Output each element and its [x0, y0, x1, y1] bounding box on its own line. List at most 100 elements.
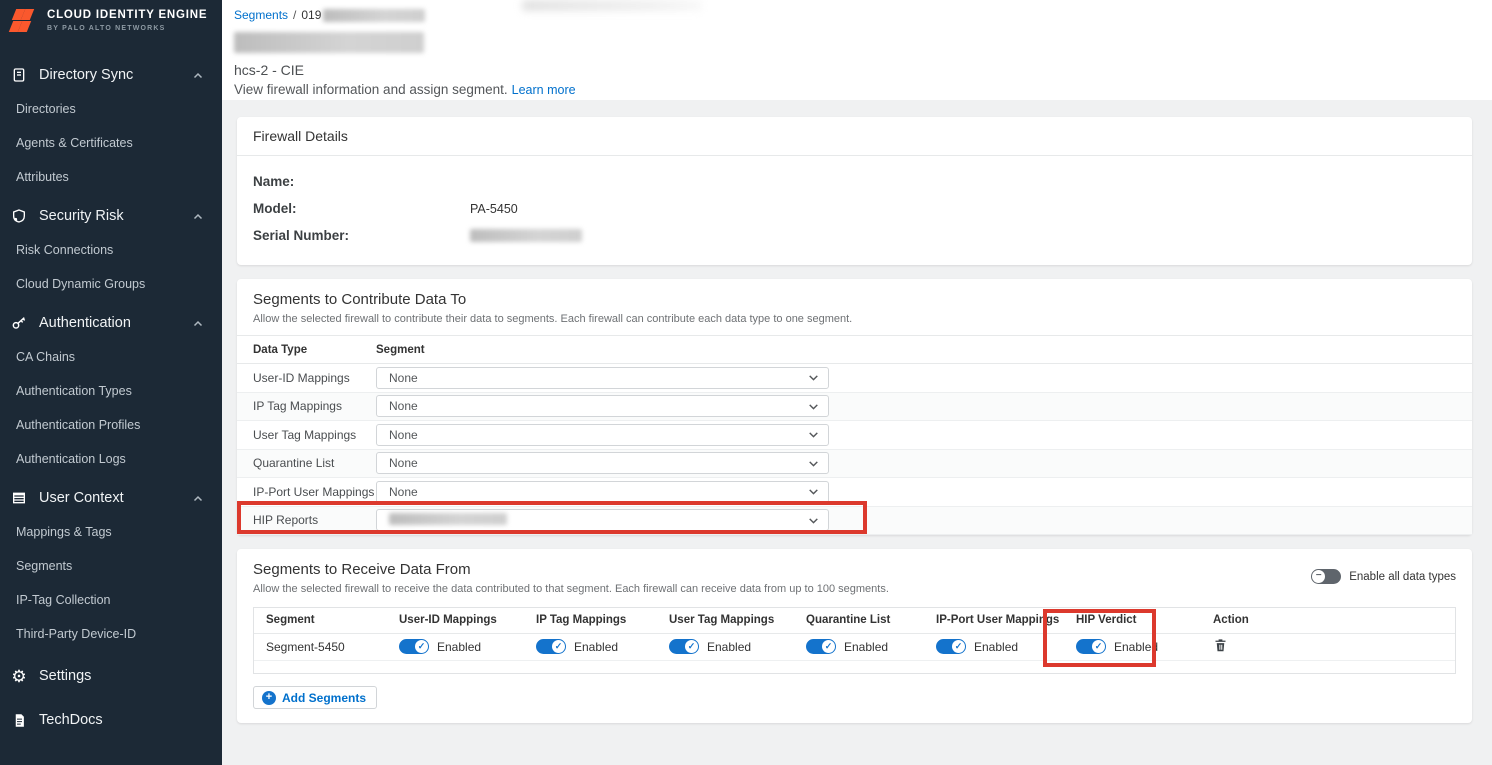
- cloud-identity-engine-app: CLOUD IDENTITY ENGINE BY PALO ALTO NETWO…: [0, 0, 1492, 765]
- sidebar-section-label: Settings: [39, 668, 204, 684]
- page-header: Segments / 019 hcs-2 - CIE View firewall…: [222, 0, 1492, 100]
- sidebar-item-segments[interactable]: Segments: [0, 549, 222, 583]
- sidebar-item-third-party-device-id[interactable]: Third-Party Device-ID: [0, 617, 222, 651]
- breadcrumb-separator: /: [293, 8, 296, 22]
- sidebar-section-settings[interactable]: ⚙ Settings: [0, 659, 222, 693]
- gear-icon: ⚙: [10, 667, 28, 685]
- toggle-state-label: Enabled: [844, 640, 888, 654]
- data-type-label: HIP Reports: [237, 513, 376, 527]
- plus-icon: +: [262, 691, 276, 705]
- data-type-label: IP Tag Mappings: [237, 399, 376, 413]
- sidebar-section-label: Directory Sync: [39, 67, 192, 83]
- sidebar-item-attributes[interactable]: Attributes: [0, 160, 222, 194]
- sidebar-item-authentication-profiles[interactable]: Authentication Profiles: [0, 408, 222, 442]
- firewall-serial-row: Serial Number:: [253, 222, 1456, 249]
- contribute-col-data-type: Data Type: [237, 344, 376, 356]
- user-tag-mappings-toggle[interactable]: ✓: [669, 639, 699, 654]
- ip-port-user-mappings-segment-select[interactable]: None: [376, 481, 829, 503]
- firewall-details-title: Firewall Details: [237, 117, 1472, 156]
- quarantine-list-toggle[interactable]: ✓: [806, 639, 836, 654]
- sidebar-item-authentication-types[interactable]: Authentication Types: [0, 374, 222, 408]
- toggle-state-label: Enabled: [974, 640, 1018, 654]
- sidebar-section-user-context[interactable]: User Context: [0, 481, 222, 515]
- firewall-serial-redacted-value: [470, 229, 582, 242]
- contribute-card: Segments to Contribute Data To Allow the…: [237, 279, 1472, 535]
- sidebar-item-risk-connections[interactable]: Risk Connections: [0, 233, 222, 267]
- toggle-state-label: Enabled: [1114, 640, 1158, 654]
- selected-value: None: [389, 456, 807, 470]
- firewall-details-card: Firewall Details Name: Model: PA-5450 Se…: [237, 117, 1472, 265]
- enable-all-toggle[interactable]: −: [1311, 569, 1341, 584]
- hip-reports-segment-select[interactable]: [376, 509, 829, 531]
- segment-name: Segment-5450: [254, 633, 387, 660]
- sidebar-section-directory-sync[interactable]: Directory Sync: [0, 58, 222, 92]
- user-id-mappings-segment-select[interactable]: None: [376, 367, 829, 389]
- user-tag-mappings-segment-select[interactable]: None: [376, 424, 829, 446]
- add-segments-button[interactable]: + Add Segments: [253, 686, 377, 709]
- receive-table-header-row: Segment User-ID Mappings IP Tag Mappings…: [254, 608, 1455, 633]
- table-row: HIP Reports: [237, 507, 1472, 536]
- col-action: Action: [1201, 608, 1455, 633]
- delete-segment-button[interactable]: [1213, 642, 1228, 656]
- sidebar-section-security-risk[interactable]: Security Risk: [0, 199, 222, 233]
- chevron-down-icon: [807, 400, 820, 413]
- enable-all-label: Enable all data types: [1349, 571, 1456, 583]
- receive-title: Segments to Receive Data From: [253, 561, 889, 578]
- col-user-id-mappings: User-ID Mappings: [387, 608, 524, 633]
- sidebar: CLOUD IDENTITY ENGINE BY PALO ALTO NETWO…: [0, 0, 222, 765]
- chevron-up-icon[interactable]: [192, 492, 204, 504]
- firewall-name-label: Name:: [253, 174, 470, 189]
- app-logo: CLOUD IDENTITY ENGINE BY PALO ALTO NETWO…: [0, 0, 222, 40]
- contribute-subtitle: Allow the selected firewall to contribut…: [253, 313, 1456, 325]
- chevron-up-icon[interactable]: [192, 69, 204, 81]
- receive-table: Segment User-ID Mappings IP Tag Mappings…: [253, 607, 1456, 674]
- selected-value: None: [389, 399, 807, 413]
- ip-tag-mappings-toggle[interactable]: ✓: [536, 639, 566, 654]
- table-row-empty: [254, 660, 1455, 673]
- sidebar-item-authentication-logs[interactable]: Authentication Logs: [0, 442, 222, 476]
- toggle-state-label: Enabled: [574, 640, 618, 654]
- sidebar-section-label: Authentication: [39, 315, 192, 331]
- sidebar-section-techdocs[interactable]: TechDocs: [0, 703, 222, 737]
- table-row: Segment-5450 ✓Enabled ✓Enabled ✓Enabled …: [254, 633, 1455, 660]
- sidebar-item-mappings-tags[interactable]: Mappings & Tags: [0, 515, 222, 549]
- receive-subtitle: Allow the selected firewall to receive t…: [253, 583, 889, 595]
- sidebar-item-agents-certificates[interactable]: Agents & Certificates: [0, 126, 222, 160]
- contribute-table: User-ID Mappings None IP Tag Mappings No…: [237, 364, 1472, 535]
- col-ip-port-user-mappings: IP-Port User Mappings: [924, 608, 1064, 633]
- firewall-name-row: Name:: [253, 168, 1456, 195]
- selected-value: None: [389, 428, 807, 442]
- sidebar-section-authentication[interactable]: Authentication: [0, 306, 222, 340]
- breadcrumb-redacted-value: [323, 9, 425, 22]
- chevron-down-icon: [807, 371, 820, 384]
- breadcrumb: Segments / 019: [234, 8, 1492, 22]
- sidebar-item-directories[interactable]: Directories: [0, 92, 222, 126]
- firewall-serial-label: Serial Number:: [253, 228, 470, 243]
- chevron-up-icon[interactable]: [192, 210, 204, 222]
- page-description: View firewall information and assign seg…: [234, 82, 1492, 97]
- learn-more-link[interactable]: Learn more: [512, 83, 576, 97]
- col-segment: Segment: [254, 608, 387, 633]
- toggle-state-label: Enabled: [707, 640, 751, 654]
- user-id-mappings-toggle[interactable]: ✓: [399, 639, 429, 654]
- add-segments-label: Add Segments: [282, 691, 366, 705]
- hip-verdict-toggle[interactable]: ✓: [1076, 639, 1106, 654]
- sidebar-item-ca-chains[interactable]: CA Chains: [0, 340, 222, 374]
- sidebar-section-label: User Context: [39, 490, 192, 506]
- table-icon: [10, 489, 28, 507]
- quarantine-list-segment-select[interactable]: None: [376, 452, 829, 474]
- chevron-up-icon[interactable]: [192, 317, 204, 329]
- page-title-redacted: [234, 32, 424, 53]
- palo-alto-logo-icon: [10, 8, 40, 34]
- col-hip-verdict: HIP Verdict: [1064, 608, 1201, 633]
- sidebar-item-cloud-dynamic-groups[interactable]: Cloud Dynamic Groups: [0, 267, 222, 301]
- breadcrumb-segments-link[interactable]: Segments: [234, 8, 288, 22]
- col-ip-tag-mappings: IP Tag Mappings: [524, 608, 657, 633]
- chevron-down-icon: [807, 428, 820, 441]
- ip-port-user-mappings-toggle[interactable]: ✓: [936, 639, 966, 654]
- ip-tag-mappings-segment-select[interactable]: None: [376, 395, 829, 417]
- data-type-label: User-ID Mappings: [237, 371, 376, 385]
- table-row: User Tag Mappings None: [237, 421, 1472, 450]
- chevron-down-icon: [807, 485, 820, 498]
- sidebar-item-ip-tag-collection[interactable]: IP-Tag Collection: [0, 583, 222, 617]
